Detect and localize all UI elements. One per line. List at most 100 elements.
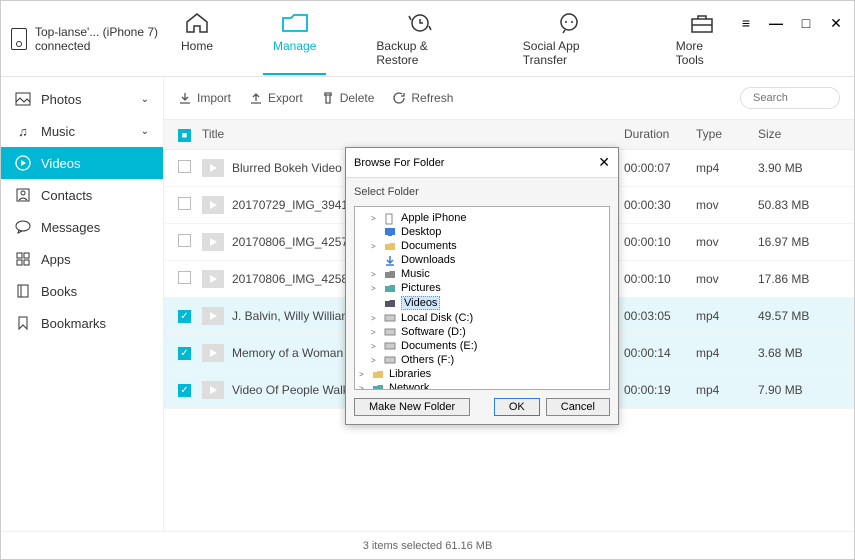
disk-icon [384, 341, 397, 351]
play-thumb-icon[interactable] [202, 307, 224, 325]
sidebar-item-photos[interactable]: Photos⌄ [1, 83, 163, 115]
bookmarks-icon [15, 315, 31, 331]
maximize-icon[interactable]: □ [798, 15, 814, 31]
expand-icon[interactable]: > [371, 356, 380, 365]
menu-icon[interactable]: ≡ [738, 15, 754, 31]
books-icon [15, 283, 31, 299]
sidebar: Photos⌄ ♫ Music⌄ Videos Contacts Message… [1, 77, 163, 531]
sidebar-item-music[interactable]: ♫ Music⌄ [1, 115, 163, 147]
header-title[interactable]: Title [202, 127, 624, 141]
expand-icon[interactable]: > [371, 270, 380, 279]
tree-node[interactable]: >Software (D:) [357, 325, 607, 339]
tree-label: Libraries [389, 368, 431, 380]
play-thumb-icon[interactable] [202, 270, 224, 288]
expand-icon[interactable]: > [371, 242, 380, 251]
expand-icon[interactable]: > [359, 370, 368, 379]
tree-label: Apple iPhone [401, 212, 466, 224]
row-title: 20170729_IMG_3941 [232, 198, 348, 212]
select-all-checkbox[interactable]: ■ [178, 129, 191, 142]
row-size: 17.86 MB [758, 272, 840, 286]
row-type: mov [696, 235, 758, 249]
nav-backup[interactable]: Backup & Restore [366, 3, 472, 75]
play-thumb-icon[interactable] [202, 344, 224, 362]
tree-node[interactable]: > Others (F:) [357, 353, 607, 367]
header-type[interactable]: Type [696, 127, 758, 141]
row-type: mov [696, 198, 758, 212]
tree-node[interactable]: Desktop [357, 225, 607, 239]
row-duration: 00:00:19 [624, 383, 696, 397]
tree-node[interactable]: Downloads [357, 253, 607, 267]
device-status: connected [35, 39, 158, 53]
row-checkbox[interactable]: ✓ [178, 384, 191, 397]
social-icon [555, 11, 583, 35]
tree-label: Videos [401, 296, 440, 310]
nav-more[interactable]: More Tools [666, 3, 738, 75]
tree-node[interactable]: > Documents [357, 239, 607, 253]
expand-icon[interactable]: > [371, 284, 380, 293]
row-checkbox[interactable] [178, 234, 191, 247]
expand-icon[interactable]: > [371, 214, 380, 223]
dialog-close-icon[interactable]: ✕ [598, 154, 610, 171]
tree-node[interactable]: > Pictures [357, 281, 607, 295]
tree-label: Documents (E:) [401, 340, 477, 352]
sidebar-item-bookmarks[interactable]: Bookmarks [1, 307, 163, 339]
tree-label: Music [401, 268, 430, 280]
delete-button[interactable]: Delete [321, 91, 375, 105]
refresh-button[interactable]: Refresh [392, 91, 453, 105]
export-button[interactable]: Export [249, 91, 303, 105]
row-size: 3.68 MB [758, 346, 840, 360]
sidebar-item-messages[interactable]: Messages [1, 211, 163, 243]
import-button[interactable]: Import [178, 91, 231, 105]
tree-label: Pictures [401, 282, 441, 294]
row-checkbox[interactable]: ✓ [178, 347, 191, 360]
tree-node[interactable]: Videos [357, 295, 607, 311]
expand-icon[interactable]: > [359, 384, 368, 391]
row-duration: 00:03:05 [624, 309, 696, 323]
nav-home[interactable]: Home [171, 3, 223, 75]
sidebar-item-books[interactable]: Books [1, 275, 163, 307]
play-thumb-icon[interactable] [202, 159, 224, 177]
nav-social[interactable]: Social App Transfer [513, 3, 626, 75]
tree-node[interactable]: > Apple iPhone [357, 211, 607, 225]
window-controls: ≡ — □ ✕ [738, 15, 844, 32]
folder-icon [281, 11, 309, 35]
home-icon [183, 11, 211, 35]
sidebar-item-apps[interactable]: Apps [1, 243, 163, 275]
row-checkbox[interactable] [178, 160, 191, 173]
videos-icon [384, 298, 397, 308]
minimize-icon[interactable]: — [768, 15, 784, 31]
expand-icon[interactable]: > [371, 314, 380, 323]
play-thumb-icon[interactable] [202, 196, 224, 214]
search-input[interactable] [740, 87, 840, 109]
expand-icon[interactable]: > [371, 328, 380, 337]
tree-label: Others (F:) [401, 354, 454, 366]
close-icon[interactable]: ✕ [828, 15, 844, 32]
cancel-button[interactable]: Cancel [546, 398, 610, 416]
header-duration[interactable]: Duration [624, 127, 696, 141]
device-info[interactable]: Top-lanse'... (iPhone 7) connected [11, 25, 171, 53]
folder-icon [384, 241, 397, 251]
nav-manage[interactable]: Manage [263, 3, 326, 75]
tree-node[interactable]: > Music [357, 267, 607, 281]
sidebar-item-contacts[interactable]: Contacts [1, 179, 163, 211]
play-thumb-icon[interactable] [202, 381, 224, 399]
play-thumb-icon[interactable] [202, 233, 224, 251]
browse-folder-dialog: Browse For Folder ✕ Select Folder >Apple… [345, 147, 619, 425]
row-checkbox[interactable] [178, 271, 191, 284]
tree-node[interactable]: >Network [357, 381, 607, 390]
toolbox-icon [688, 11, 716, 35]
sidebar-item-videos[interactable]: Videos [1, 147, 163, 179]
tree-label: Documents [401, 240, 457, 252]
header-size[interactable]: Size [758, 127, 840, 141]
music-icon: ♫ [15, 123, 31, 139]
messages-icon [15, 219, 31, 235]
folder-tree[interactable]: >Apple iPhoneDesktop>DocumentsDownloads>… [354, 206, 610, 390]
ok-button[interactable]: OK [494, 398, 540, 416]
expand-icon[interactable]: > [371, 342, 380, 351]
tree-node[interactable]: >Local Disk (C:) [357, 311, 607, 325]
tree-node[interactable]: > Documents (E:) [357, 339, 607, 353]
row-checkbox[interactable]: ✓ [178, 310, 191, 323]
make-new-folder-button[interactable]: Make New Folder [354, 398, 470, 416]
tree-node[interactable]: > Libraries [357, 367, 607, 381]
row-checkbox[interactable] [178, 197, 191, 210]
